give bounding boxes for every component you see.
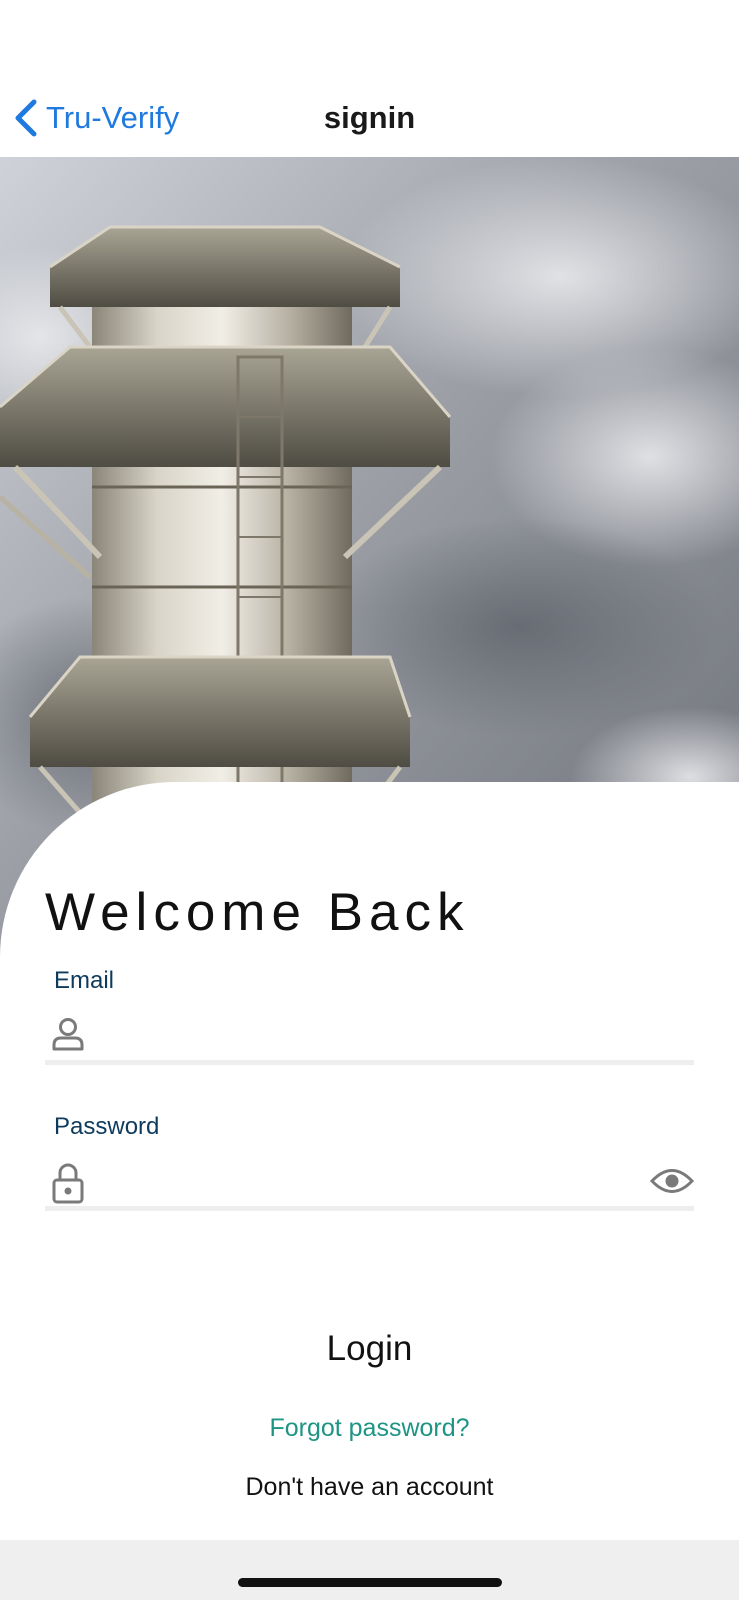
lock-icon [52,1163,84,1204]
email-label: Email [54,967,115,994]
password-label: Password [54,1113,160,1140]
login-button[interactable]: Login [0,1329,739,1369]
page-title: signin [323,100,416,135]
home-indicator[interactable] [238,1578,502,1587]
login-card: Welcome Back Email Password Login Forgot… [0,782,739,1540]
bottom-bar [0,1540,739,1600]
email-field [45,1010,694,1065]
email-input[interactable] [101,1014,634,1056]
forgot-password-link[interactable]: Forgot password? [0,1414,739,1443]
signin-screen: Tru-Verify signin Welcome Back Email Pas… [0,0,739,1600]
password-input[interactable] [101,1160,634,1202]
password-field [45,1156,694,1211]
signup-link[interactable]: Don't have an account [0,1473,739,1502]
navigation-bar: Tru-Verify signin [0,0,739,157]
welcome-heading: Welcome Back [45,883,470,942]
user-icon [52,1018,84,1051]
eye-icon[interactable] [650,1166,694,1196]
